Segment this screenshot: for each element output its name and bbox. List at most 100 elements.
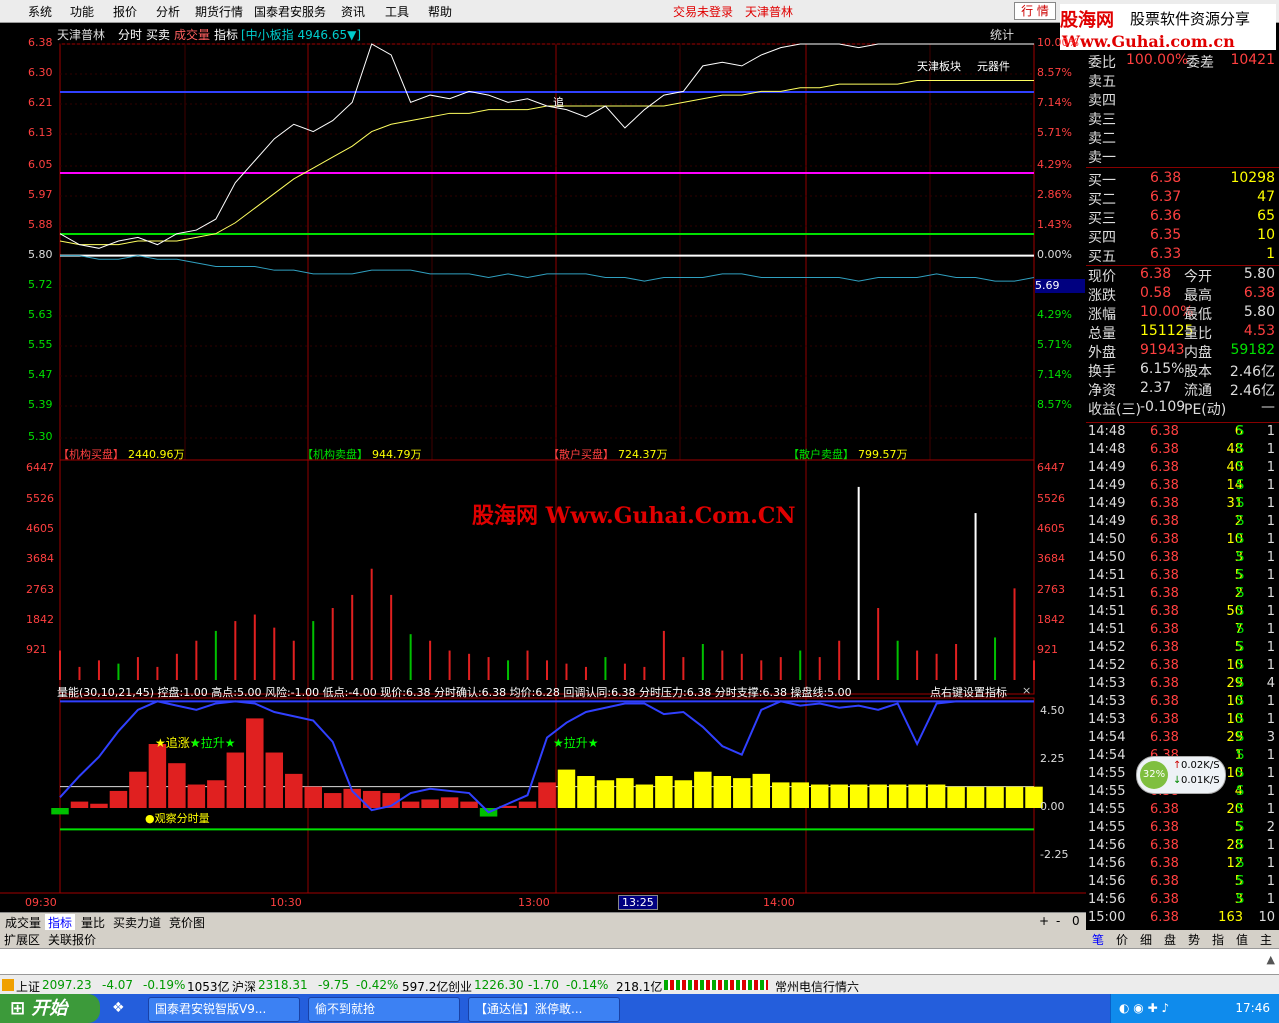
tab-maimailidao[interactable]: 买卖力道 — [110, 914, 164, 931]
tab-fenshi[interactable]: 分时 — [118, 26, 142, 43]
rp-tab-6[interactable]: 值 — [1236, 931, 1248, 948]
ask-label: 卖二 — [1088, 131, 1116, 147]
indicator-bar-2 — [90, 803, 108, 808]
tick-row[interactable]: 14:54 6.38 29 S 3 — [1086, 730, 1279, 749]
tick-row[interactable]: 14:52 6.38 10 S 1 — [1086, 658, 1279, 677]
rp-tab-4[interactable]: 势 — [1188, 931, 1200, 948]
hs-name[interactable]: 沪深 — [232, 978, 256, 995]
tick-side: S — [1236, 568, 1245, 583]
indicator-bar-21 — [460, 801, 478, 808]
tick-side: S — [1236, 712, 1245, 727]
indicator-setting-hint[interactable]: 点右键设置指标 — [930, 684, 1007, 700]
rp-tab-1[interactable]: 价 — [1116, 931, 1128, 948]
tab-chengjiaoliang[interactable]: 成交量 — [2, 914, 44, 931]
menu-function[interactable]: 功能 — [70, 3, 94, 20]
stat-value: 6.15% — [1140, 361, 1185, 377]
bid-price: 6.38 — [1150, 170, 1182, 186]
ask-level-2: 卖二 — [1086, 128, 1279, 147]
tick-row[interactable]: 14:48 6.38 6 S 1 — [1086, 424, 1279, 443]
zoom-in-button[interactable]: + — [1036, 914, 1052, 928]
tick-row[interactable]: 14:50 6.38 10 S 1 — [1086, 532, 1279, 551]
quote-mode-button[interactable]: 行 情 — [1014, 2, 1056, 20]
tick-row[interactable]: 14:53 6.38 10 S 1 — [1086, 712, 1279, 731]
task-gtja[interactable]: 国泰君安锐智版V9... — [148, 997, 300, 1022]
volume-bar-30 — [643, 666, 646, 680]
menu-news[interactable]: 资讯 — [341, 3, 365, 20]
tab-guanlianbaojia[interactable]: 关联报价 — [48, 931, 96, 948]
bid-label: 买三 — [1088, 211, 1116, 227]
login-status[interactable]: 交易未登录 — [673, 3, 733, 20]
reset-button[interactable]: 0 — [1069, 914, 1083, 928]
stats-button[interactable]: 统计 — [990, 26, 1014, 43]
tick-row[interactable]: 14:51 6.38 5 S 1 — [1086, 568, 1279, 587]
scroll-up-icon[interactable]: ▲ — [1267, 953, 1275, 966]
menu-help[interactable]: 帮助 — [428, 3, 452, 20]
volume-bar-20 — [448, 650, 451, 680]
quicklaunch-icon[interactable]: ❖ — [112, 1000, 125, 1016]
rp-tab-3[interactable]: 盘 — [1164, 931, 1176, 948]
tick-row[interactable]: 14:49 6.38 2 S 1 — [1086, 514, 1279, 533]
tab-maimai[interactable]: 买卖 — [146, 26, 170, 43]
menu-analysis[interactable]: 分析 — [156, 3, 180, 20]
tick-price: 6.38 — [1150, 622, 1179, 637]
tick-row[interactable]: 15:00 6.38 163 10 — [1086, 910, 1279, 929]
menu-tools[interactable]: 工具 — [385, 3, 409, 20]
bid-label: 买一 — [1088, 173, 1116, 189]
tab-indicator[interactable]: 指标 — [214, 26, 238, 43]
tick-row[interactable]: 14:55 6.38 5 S 2 — [1086, 820, 1279, 839]
tick-row[interactable]: 14:49 6.38 14 S 1 — [1086, 478, 1279, 497]
tick-row[interactable]: 14:51 6.38 50 S 1 — [1086, 604, 1279, 623]
rp-tab-7[interactable]: 主 — [1260, 931, 1272, 948]
menu-quote[interactable]: 报价 — [113, 3, 137, 20]
tick-count: 1 — [1266, 550, 1275, 565]
extension-tabs: 扩展区 关联报价 — [0, 930, 1086, 948]
stat-label: 净资 — [1088, 383, 1116, 399]
close-icon[interactable]: × — [1022, 684, 1031, 697]
tick-row[interactable]: 14:53 6.38 29 S 4 — [1086, 676, 1279, 695]
rp-tab-0[interactable]: 笔 — [1092, 931, 1104, 948]
intraday-chart[interactable]: 天津普林 分时 买卖 成交量 指标 [中小板指 4946.65▼] 统计 天津板… — [0, 22, 1086, 912]
net-speed-widget[interactable]: 32% ↑ 0.02K/S ↓ 0.01K/S — [1136, 756, 1226, 794]
tick-time: 14:55 — [1088, 766, 1126, 781]
menu-system[interactable]: 系统 — [28, 3, 52, 20]
tick-row[interactable]: 14:49 6.38 31 S 1 — [1086, 496, 1279, 515]
tick-row[interactable]: 14:50 6.38 3 S 1 — [1086, 550, 1279, 569]
sh-name[interactable]: 上证 — [16, 978, 40, 995]
bid-price: 6.37 — [1150, 189, 1182, 205]
stat-value: 5.80 — [1243, 266, 1275, 282]
divider — [1086, 167, 1279, 168]
zoom-out-button[interactable]: - — [1053, 914, 1063, 928]
tick-row[interactable]: 14:52 6.38 5 S 1 — [1086, 640, 1279, 659]
cy-name[interactable]: 创业 — [448, 978, 472, 995]
tab-jingjiatu[interactable]: 竞价图 — [166, 914, 208, 931]
tick-row[interactable]: 14:53 6.38 10 S 1 — [1086, 694, 1279, 713]
bid-vol: 47 — [1257, 189, 1275, 205]
tray-icons[interactable]: ◐ ◉ ✚ ♪ — [1119, 1001, 1169, 1015]
task-toubudao[interactable]: 偷不到就抢 — [308, 997, 460, 1022]
stat-label: 总量 — [1088, 326, 1116, 342]
tick-row[interactable]: 14:56 6.38 28 S 1 — [1086, 838, 1279, 857]
start-button[interactable]: ⊞ 开始 — [0, 994, 100, 1023]
tab-volume[interactable]: 成交量 — [174, 26, 210, 43]
start-label: 开始 — [31, 998, 68, 1019]
menu-service[interactable]: 国泰君安服务 — [254, 3, 326, 20]
tick-row[interactable]: 14:49 6.38 40 S 1 — [1086, 460, 1279, 479]
tick-time: 15:00 — [1088, 910, 1126, 925]
tick-row[interactable]: 14:56 6.38 3 S 1 — [1086, 892, 1279, 911]
tab-liangbi[interactable]: 量比 — [78, 914, 108, 931]
tick-row[interactable]: 14:51 6.38 7 S 1 — [1086, 622, 1279, 641]
rp-tab-5[interactable]: 指 — [1212, 931, 1224, 948]
tick-row[interactable]: 14:55 6.38 20 S 1 — [1086, 802, 1279, 821]
index-label[interactable]: [中小板指 4946.65▼] — [241, 26, 361, 43]
tick-row[interactable]: 14:56 6.38 5 S 1 — [1086, 874, 1279, 893]
rp-tab-2[interactable]: 细 — [1140, 931, 1152, 948]
menu-futures[interactable]: 期货行情 — [195, 3, 243, 20]
task-tdx[interactable]: 【通达信】涨停敢... — [468, 997, 620, 1022]
tab-kuozhanqu[interactable]: 扩展区 — [4, 931, 40, 948]
tick-row[interactable]: 14:56 6.38 12 S 1 — [1086, 856, 1279, 875]
tick-row[interactable]: 14:51 6.38 2 S 1 — [1086, 586, 1279, 605]
volume-bar-3 — [117, 663, 120, 680]
stat-label: 换手 — [1088, 364, 1116, 380]
tab-zhibiao[interactable]: 指标 — [45, 914, 76, 931]
tick-row[interactable]: 14:48 6.38 48 S 1 — [1086, 442, 1279, 461]
